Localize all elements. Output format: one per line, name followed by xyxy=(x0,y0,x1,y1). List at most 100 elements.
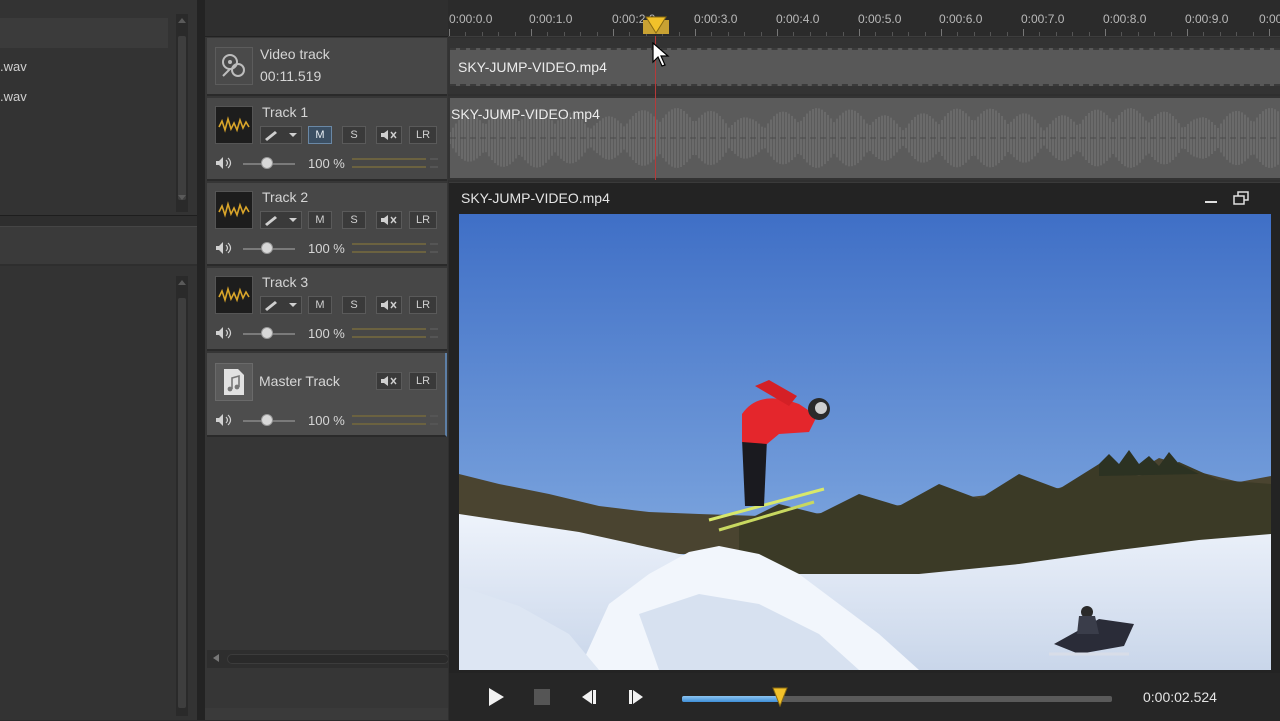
ruler-tick-label: 0:00:10.0 xyxy=(1259,12,1280,26)
track-3-header[interactable]: Track 3 M S LR 100 % xyxy=(207,268,447,351)
ruler-minor-tick xyxy=(1055,32,1057,36)
level-meter xyxy=(352,413,438,427)
volume-percent: 100 % xyxy=(308,156,345,171)
stop-icon xyxy=(534,689,550,705)
master-track-header[interactable]: Master Track LR 100 % xyxy=(207,353,447,437)
previous-frame-button[interactable] xyxy=(577,685,601,709)
video-track-header[interactable]: Video track 00:11.519 xyxy=(207,38,447,96)
solo-button[interactable]: S xyxy=(342,126,366,144)
playback-controls: 0:00:02.524 xyxy=(449,673,1280,721)
automation-dropdown[interactable] xyxy=(260,126,302,144)
solo-button[interactable]: S xyxy=(342,211,366,229)
scroll-up-arrow-icon[interactable] xyxy=(178,280,186,285)
video-clip[interactable]: SKY-JUMP-VIDEO.mp4 xyxy=(450,48,1280,86)
panel-splitter[interactable] xyxy=(197,0,205,720)
restore-button[interactable] xyxy=(1233,191,1249,205)
speaker-mute-button[interactable] xyxy=(376,372,402,390)
file-item[interactable]: .wav xyxy=(0,59,27,74)
pen-icon xyxy=(265,301,297,311)
ruler-minor-tick xyxy=(1137,32,1139,36)
volume-knob[interactable] xyxy=(261,414,273,426)
speaker-mute-button[interactable] xyxy=(376,126,402,144)
volume-knob[interactable] xyxy=(261,157,273,169)
ruler-minor-tick xyxy=(1203,32,1205,36)
automation-dropdown[interactable] xyxy=(260,211,302,229)
ruler-tick xyxy=(531,29,532,36)
time-ruler[interactable]: 0:00:0.0 0:00:1.0 0:00:2.0 0:00:3.0 0:00… xyxy=(448,0,1280,37)
ruler-tick xyxy=(941,29,942,36)
ruler-minor-tick xyxy=(1252,32,1254,36)
ruler-minor-tick xyxy=(727,32,729,36)
audio-clip[interactable]: SKY-JUMP-VIDEO.mp4 xyxy=(450,98,1280,178)
volume-percent: 100 % xyxy=(308,326,345,341)
scroll-track[interactable] xyxy=(227,654,449,664)
time-display: 0:00:02.524 xyxy=(1143,689,1217,705)
play-button[interactable] xyxy=(484,685,508,709)
track-2-header[interactable]: Track 2 M S LR 100 % xyxy=(207,183,447,266)
ruler-minor-tick xyxy=(990,32,992,36)
film-reel-icon xyxy=(215,47,253,85)
ruler-tick xyxy=(695,29,696,36)
lr-pan-button[interactable]: LR xyxy=(409,126,437,144)
video-frame[interactable] xyxy=(459,214,1271,670)
lower-panel-scrollbar[interactable] xyxy=(176,276,188,716)
timeline-horizontal-scrollbar[interactable] xyxy=(207,650,450,668)
video-preview-window[interactable]: SKY-JUMP-VIDEO.mp4 0:00:02.524 xyxy=(449,182,1280,721)
video-track-lane[interactable]: SKY-JUMP-VIDEO.mp4 xyxy=(448,38,1280,94)
solo-button[interactable]: S xyxy=(342,296,366,314)
ruler-minor-tick xyxy=(678,32,680,36)
track-duration: 00:11.519 xyxy=(260,68,322,84)
ruler-minor-tick xyxy=(1006,32,1008,36)
mute-button[interactable]: M xyxy=(308,296,332,314)
speaker-mute-button[interactable] xyxy=(376,296,402,314)
track-name: Track 2 xyxy=(262,189,309,205)
ruler-minor-tick xyxy=(629,32,631,36)
lr-pan-button[interactable]: LR xyxy=(409,372,437,390)
scroll-thumb[interactable] xyxy=(178,36,186,200)
file-list-scrollbar[interactable] xyxy=(176,14,188,212)
ruler-minor-tick xyxy=(465,32,467,36)
ruler-minor-tick xyxy=(481,32,483,36)
ruler-tick xyxy=(449,29,450,36)
lr-pan-button[interactable]: LR xyxy=(409,296,437,314)
lr-pan-button[interactable]: LR xyxy=(409,211,437,229)
ruler-minor-tick xyxy=(1072,32,1074,36)
volume-knob[interactable] xyxy=(261,242,273,254)
next-frame-button[interactable] xyxy=(624,685,648,709)
clip-label: SKY-JUMP-VIDEO.mp4 xyxy=(458,59,607,75)
lower-panel xyxy=(0,266,197,720)
ruler-tick xyxy=(1105,29,1106,36)
ruler-minor-tick xyxy=(809,32,811,36)
stop-button[interactable] xyxy=(530,685,554,709)
scroll-thumb[interactable] xyxy=(178,298,186,708)
ruler-minor-tick xyxy=(793,32,795,36)
mute-button[interactable]: M xyxy=(308,126,332,144)
playhead-handle[interactable] xyxy=(641,14,671,36)
playback-progress-bar[interactable] xyxy=(682,687,1112,708)
ruler-tick-label: 0:00:5.0 xyxy=(858,12,902,26)
speaker-mute-button[interactable] xyxy=(376,211,402,229)
file-item[interactable]: .wav xyxy=(0,89,27,104)
pen-icon xyxy=(265,216,297,226)
clip-label: SKY-JUMP-VIDEO.mp4 xyxy=(451,106,600,122)
ruler-minor-tick xyxy=(711,32,713,36)
ruler-tick-label: 0:00:8.0 xyxy=(1103,12,1147,26)
ruler-tick-label: 0:00:4.0 xyxy=(776,12,820,26)
ruler-minor-tick xyxy=(498,32,500,36)
track-1-header[interactable]: Track 1 M S LR 100 % xyxy=(207,98,447,181)
play-icon xyxy=(489,688,504,706)
ruler-minor-tick xyxy=(580,32,582,36)
scroll-left-arrow-icon[interactable] xyxy=(213,654,219,662)
level-meter xyxy=(352,241,438,255)
mute-button[interactable]: M xyxy=(308,211,332,229)
scroll-down-arrow-icon[interactable] xyxy=(178,195,186,200)
speaker-icon xyxy=(381,300,397,310)
automation-dropdown[interactable] xyxy=(260,296,302,314)
progress-handle[interactable] xyxy=(772,687,788,708)
speaker-icon xyxy=(381,130,397,140)
volume-knob[interactable] xyxy=(261,327,273,339)
scroll-up-arrow-icon[interactable] xyxy=(178,18,186,23)
audio-track-lane[interactable]: SKY-JUMP-VIDEO.mp4 xyxy=(448,96,1280,180)
file-panel: .wav .wav xyxy=(0,0,197,720)
minimize-button[interactable] xyxy=(1204,191,1218,205)
